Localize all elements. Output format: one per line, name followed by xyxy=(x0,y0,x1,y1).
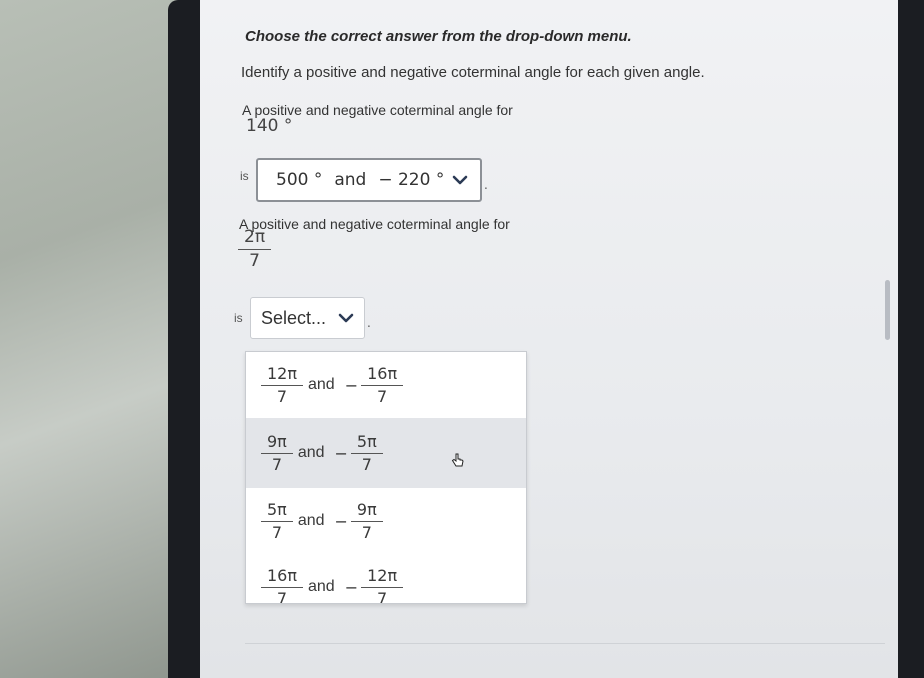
content-divider xyxy=(245,643,885,644)
option-numerator: 9π xyxy=(267,431,287,451)
option-and: and xyxy=(308,578,335,595)
option-denominator: 7 xyxy=(361,384,404,406)
part2-select-placeholder: Select... xyxy=(261,307,327,328)
part2-period: . xyxy=(367,316,371,330)
option-minus: − xyxy=(334,443,348,463)
option-and: and xyxy=(308,376,335,393)
quiz-screen: Choose the correct answer from the drop-… xyxy=(200,0,898,678)
option-denominator: 7 xyxy=(261,452,293,474)
option-denominator: 7 xyxy=(350,520,383,542)
part2-angle-numerator: 2π xyxy=(244,227,266,247)
option-denominator: 7 xyxy=(361,586,404,603)
option-denominator: 7 xyxy=(261,384,303,406)
part2-dropdown-menu: 12π 7 and − 16π 7 9π 7 and − 5π 7 5π 7 a… xyxy=(245,351,527,604)
option-positive-fraction: 16π 7 xyxy=(261,565,303,603)
question-instruction: Choose the correct answer from the drop-… xyxy=(245,28,632,45)
scrollbar-thumb[interactable] xyxy=(885,280,890,340)
option-denominator: 7 xyxy=(261,520,293,542)
option-positive-fraction: 5π 7 xyxy=(261,499,293,542)
option-denominator: 7 xyxy=(261,586,303,603)
part1-answer-select[interactable]: 500 ° and − 220 ° xyxy=(256,158,482,202)
part1-is-text: is xyxy=(240,169,249,183)
option-minus: − xyxy=(344,577,359,597)
option-denominator: 7 xyxy=(350,452,383,474)
part1-selected-positive: 500 ° xyxy=(276,170,323,190)
option-minus: − xyxy=(334,511,348,531)
question-prompt: Identify a positive and negative cotermi… xyxy=(241,64,705,81)
option-numerator: 5π xyxy=(267,499,287,519)
option-and: and xyxy=(297,444,325,461)
option-negative-fraction: 5π 7 xyxy=(350,431,383,474)
option-numerator: 12π xyxy=(267,363,297,383)
dropdown-option-1[interactable]: 12π 7 and − 16π 7 xyxy=(246,352,526,418)
option-negative-fraction: 9π 7 xyxy=(350,499,383,542)
part1-selected-negative: − 220 ° xyxy=(378,170,445,190)
part1-selected-and: and xyxy=(334,170,367,190)
option-minus: − xyxy=(344,375,359,395)
option-numerator: 5π xyxy=(356,431,377,451)
background-surface xyxy=(0,0,180,678)
part2-label: A positive and negative coterminal angle… xyxy=(239,216,510,232)
option-negative-fraction: 16π 7 xyxy=(361,363,404,406)
hand-pointer-icon xyxy=(451,453,465,473)
part2-angle-fraction: 2π 7 xyxy=(238,227,272,271)
option-negative-fraction: 12π 7 xyxy=(361,565,404,603)
dropdown-option-3[interactable]: 5π 7 and − 9π 7 xyxy=(246,488,526,554)
option-positive-fraction: 12π 7 xyxy=(261,363,303,406)
option-positive-fraction: 9π 7 xyxy=(261,431,293,474)
part2-angle-denominator: 7 xyxy=(238,248,272,271)
dropdown-option-4[interactable]: 16π 7 and − 12π 7 xyxy=(246,554,526,603)
part2-answer-select[interactable]: Select... xyxy=(250,297,365,339)
dropdown-option-2[interactable]: 9π 7 and − 5π 7 xyxy=(246,418,526,488)
part2-is-text: is xyxy=(234,311,243,325)
part1-period: . xyxy=(484,178,488,192)
part1-angle: 140 ° xyxy=(246,116,293,136)
chevron-down-icon[interactable] xyxy=(336,308,356,328)
chevron-down-icon[interactable] xyxy=(450,170,470,190)
option-numerator: 16π xyxy=(367,363,398,383)
option-numerator: 16π xyxy=(267,565,297,585)
option-and: and xyxy=(297,512,325,529)
option-numerator: 12π xyxy=(367,565,398,585)
option-numerator: 9π xyxy=(356,499,377,519)
